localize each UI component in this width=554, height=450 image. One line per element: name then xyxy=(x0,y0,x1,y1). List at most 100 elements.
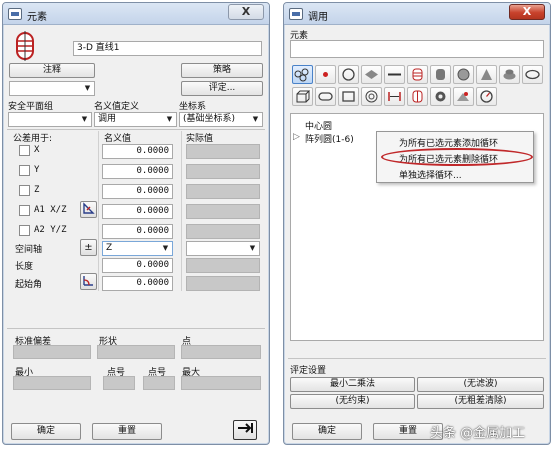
divider xyxy=(7,328,265,329)
gauge-icon[interactable] xyxy=(476,87,497,106)
min-point-no-value xyxy=(103,376,135,390)
annotation-dropdown[interactable]: ▼ xyxy=(9,81,95,96)
strategy-button[interactable]: 策略 xyxy=(181,63,263,78)
slot-icon[interactable] xyxy=(315,87,336,106)
x-actual-field xyxy=(186,144,260,159)
chevron-down-icon: ▼ xyxy=(81,115,88,123)
no-filter-button[interactable]: (无滤波) xyxy=(417,377,544,392)
chevron-down-icon: ▼ xyxy=(162,244,169,252)
window-icon xyxy=(8,8,22,20)
nominal-def-value: 调用 xyxy=(98,114,117,124)
angle-icon[interactable] xyxy=(80,273,97,290)
a1-actual-field xyxy=(186,204,260,219)
start-angle-label: 起始角 xyxy=(15,280,43,290)
length-nominal-field[interactable]: 0.0000 xyxy=(102,258,173,273)
chevron-down-icon: ▼ xyxy=(249,244,256,252)
point-value xyxy=(181,345,261,359)
gear-icon[interactable] xyxy=(430,87,451,106)
element-dialog-titlebar: 元素 X xyxy=(3,3,269,25)
ellipse-icon[interactable] xyxy=(522,65,543,84)
no-outlier-button[interactable]: (无粗差清除) xyxy=(417,394,544,409)
element-name-field[interactable]: 3-D 直线1 xyxy=(73,41,262,56)
a1-label: A1 X/Z xyxy=(34,205,67,215)
safety-plane-dropdown[interactable]: ▼ xyxy=(8,112,92,127)
no-constraint-button[interactable]: (无约束) xyxy=(290,394,415,409)
y-nominal-field[interactable]: 0.0000 xyxy=(102,164,173,179)
sphere-icon[interactable] xyxy=(453,65,474,84)
z-checkbox[interactable] xyxy=(19,185,30,196)
tree-item-center-circle[interactable]: 中心圆 xyxy=(305,119,332,132)
space-axis-dropdown[interactable]: Z ▼ xyxy=(102,241,173,256)
element-dialog: 元素 X 3-D 直线1 注释 策略 ▼ 评定... 安全平面组 名义值定义 坐… xyxy=(2,2,270,445)
length-actual-field xyxy=(186,258,260,273)
z-label: Z xyxy=(34,185,40,195)
reset-button[interactable]: 重置 xyxy=(92,423,162,440)
space-axis-label: 空间轴 xyxy=(15,245,43,255)
annotation-button[interactable]: 注释 xyxy=(9,63,95,78)
close-button[interactable]: X xyxy=(509,4,545,20)
max-value xyxy=(181,376,261,390)
start-angle-actual-field xyxy=(186,276,260,291)
solid-cylinder-icon[interactable] xyxy=(430,65,451,84)
y-actual-field xyxy=(186,164,260,179)
x-checkbox[interactable] xyxy=(19,145,30,156)
symmetry-icon[interactable] xyxy=(453,87,474,106)
z-nominal-field[interactable]: 0.0000 xyxy=(102,184,173,199)
form-value xyxy=(97,345,175,359)
plane-icon[interactable] xyxy=(361,65,382,84)
evaluation-button[interactable]: 评定... xyxy=(181,81,263,96)
a1-checkbox[interactable] xyxy=(19,205,30,216)
box-icon[interactable] xyxy=(292,87,313,106)
recall-dialog: 调用 X 元素 中心圆 ▷ 阵列圆(1-6) 为所有已选元素添加循环 为所有已选… xyxy=(283,2,551,445)
nominal-def-dropdown[interactable]: 调用 ▼ xyxy=(94,112,177,127)
a2-nominal-field[interactable]: 0.0000 xyxy=(102,224,173,239)
ok-button[interactable]: 确定 xyxy=(292,423,362,440)
x-label: X xyxy=(34,145,40,155)
line-icon[interactable] xyxy=(384,65,405,84)
safety-plane-label: 安全平面组 xyxy=(8,102,54,112)
next-arrow-icon[interactable] xyxy=(233,420,257,440)
x-nominal-field[interactable]: 0.0000 xyxy=(102,144,173,159)
coord-system-dropdown[interactable]: (基础坐标系) ▼ xyxy=(179,112,263,127)
distance-icon[interactable] xyxy=(384,87,405,106)
line-element-icon xyxy=(11,31,39,61)
least-squares-button[interactable]: 最小二乘法 xyxy=(290,377,415,392)
concentric-icon[interactable] xyxy=(361,87,382,106)
cylinder-icon[interactable] xyxy=(407,65,428,84)
coord-system-label: 坐标系 xyxy=(179,102,207,112)
ok-button[interactable]: 确定 xyxy=(11,423,81,440)
cylinder-pattern-icon[interactable] xyxy=(407,87,428,106)
divider xyxy=(288,358,546,359)
tree-item-pattern-circle[interactable]: 阵列圆(1-6) xyxy=(305,132,354,145)
a2-label: A2 Y/Z xyxy=(34,225,67,235)
point-icon[interactable] xyxy=(315,65,336,84)
nominal-def-label: 名义值定义 xyxy=(94,102,140,112)
cone-icon[interactable] xyxy=(476,65,497,84)
a1-nominal-field[interactable]: 0.0000 xyxy=(102,204,173,219)
column-divider xyxy=(98,131,99,291)
menu-select-loop[interactable]: 单独选择循环... xyxy=(399,168,462,181)
y-checkbox[interactable] xyxy=(19,165,30,176)
plus-minus-button[interactable]: ± xyxy=(80,239,97,256)
divider xyxy=(7,129,265,130)
close-button[interactable]: X xyxy=(228,4,264,20)
start-angle-nominal-field[interactable]: 0.0000 xyxy=(102,276,173,291)
z-actual-field xyxy=(186,184,260,199)
highlight-ellipse xyxy=(381,148,533,166)
select-all-icon[interactable] xyxy=(292,65,313,84)
y-label: Y xyxy=(34,165,40,175)
elements-field[interactable] xyxy=(290,40,544,58)
circle-icon[interactable] xyxy=(338,65,359,84)
rectangle-icon[interactable] xyxy=(338,87,359,106)
tolerance-for-label: 公差用于: xyxy=(13,134,53,144)
angle-projection-icon[interactable] xyxy=(80,201,97,218)
column-divider xyxy=(181,131,182,291)
max-point-no-value xyxy=(143,376,175,390)
watermark: 头条 @金属加工 xyxy=(430,426,526,441)
torus-icon[interactable] xyxy=(499,65,520,84)
recall-dialog-titlebar: 调用 X xyxy=(284,3,550,25)
tree-expander-icon[interactable]: ▷ xyxy=(293,132,300,142)
chevron-down-icon: ▼ xyxy=(84,84,91,92)
a2-checkbox[interactable] xyxy=(19,225,30,236)
actual-axis-dropdown[interactable]: ▼ xyxy=(186,241,260,256)
